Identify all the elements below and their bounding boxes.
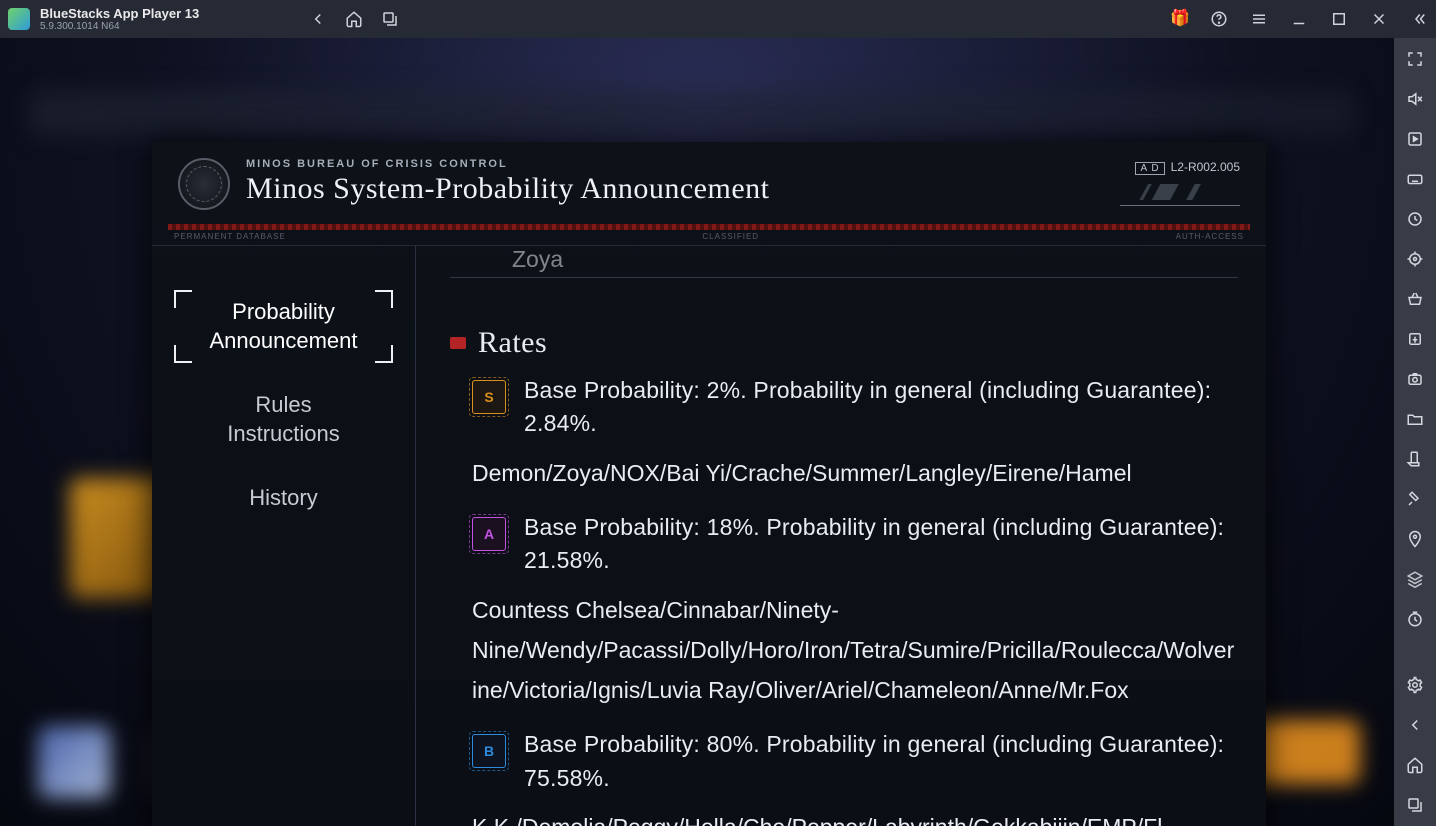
- volume-mute-icon[interactable]: [1404, 88, 1426, 110]
- title-block: BlueStacks App Player 13 5.9.300.1014 N6…: [40, 7, 199, 32]
- titlebar: BlueStacks App Player 13 5.9.300.1014 N6…: [0, 0, 1436, 38]
- window-controls: 🎁: [1170, 10, 1428, 28]
- nav-buttons: [309, 10, 399, 28]
- location-icon[interactable]: [1404, 528, 1426, 550]
- tab-history[interactable]: History: [152, 466, 415, 531]
- help-icon[interactable]: [1210, 10, 1228, 28]
- rank-a-block: A Base Probability: 18%. Probability in …: [450, 511, 1238, 718]
- red-divider: [168, 224, 1250, 230]
- scroll-peek-name: Zoya: [450, 246, 1238, 273]
- rank-a-text: Base Probability: 18%. Probability in ge…: [524, 511, 1238, 578]
- probability-modal: MINOS BUREAU OF CRISIS CONTROL Minos Sys…: [152, 142, 1266, 826]
- home-icon[interactable]: [345, 10, 363, 28]
- back-icon[interactable]: [309, 10, 327, 28]
- rank-b-block: B Base Probability: 80%. Probability in …: [450, 728, 1238, 826]
- apk-icon[interactable]: [1404, 328, 1426, 350]
- rates-heading: Rates: [478, 326, 547, 360]
- rates-chip-icon: [450, 337, 466, 349]
- close-icon[interactable]: [1370, 10, 1388, 28]
- ref-prefix: A D: [1135, 162, 1164, 175]
- record-icon[interactable]: [1404, 208, 1426, 230]
- signature-line: [1120, 182, 1240, 206]
- meta-row: PERMANENT DATABASE CLASSIFIED AUTH-ACCES…: [152, 230, 1266, 246]
- rank-s-units: Demon/Zoya/NOX/Bai Yi/Crache/Summer/Lang…: [450, 441, 1238, 501]
- minos-emblem-icon: [178, 158, 230, 210]
- modal-title: Minos System-Probability Announcement: [246, 172, 769, 206]
- meta-left: PERMANENT DATABASE: [174, 232, 286, 241]
- minimize-icon[interactable]: [1290, 10, 1308, 28]
- bluestacks-sidebar: [1394, 38, 1436, 826]
- rank-b-text: Base Probability: 80%. Probability in ge…: [524, 728, 1238, 795]
- screenshot-icon[interactable]: [1404, 368, 1426, 390]
- app-subtitle: 5.9.300.1014 N64: [40, 22, 199, 32]
- tab-label-line2: Announcement: [210, 328, 358, 353]
- back-sidebar-icon[interactable]: [1404, 714, 1426, 736]
- game-viewport: MINOS BUREAU OF CRISIS CONTROL Minos Sys…: [0, 38, 1394, 826]
- content-divider: [450, 277, 1238, 278]
- rank-a-badge-icon: A: [472, 517, 506, 551]
- app-title: BlueStacks App Player 13: [40, 7, 199, 20]
- rotate-icon[interactable]: [1404, 448, 1426, 470]
- fullscreen-icon[interactable]: [1404, 48, 1426, 70]
- settings-icon[interactable]: [1404, 674, 1426, 696]
- recents-icon[interactable]: [381, 10, 399, 28]
- play-box-icon[interactable]: [1404, 128, 1426, 150]
- meta-center: CLASSIFIED: [702, 232, 759, 241]
- bureau-label: MINOS BUREAU OF CRISIS CONTROL: [246, 158, 769, 170]
- rank-s-block: S Base Probability: 2%. Probability in g…: [450, 374, 1238, 501]
- folder-icon[interactable]: [1404, 408, 1426, 430]
- tab-label-line1: Probability: [232, 299, 335, 324]
- meta-right: AUTH-ACCESS: [1176, 232, 1244, 241]
- bluestacks-logo: [8, 8, 30, 30]
- rank-b-units: K.K./Demolia/Peggy/Hella/Che/Pepper/Laby…: [450, 795, 1238, 826]
- layers-icon[interactable]: [1404, 568, 1426, 590]
- keyboard-icon[interactable]: [1404, 168, 1426, 190]
- modal-header: MINOS BUREAU OF CRISIS CONTROL Minos Sys…: [152, 142, 1266, 218]
- gift-icon[interactable]: 🎁: [1170, 10, 1188, 28]
- rates-heading-row: Rates: [450, 326, 1238, 360]
- reference-code: A D L2-R002.005: [1135, 160, 1240, 174]
- recents-sidebar-icon[interactable]: [1404, 794, 1426, 816]
- home-sidebar-icon[interactable]: [1404, 754, 1426, 776]
- target-icon[interactable]: [1404, 248, 1426, 270]
- basket-icon[interactable]: [1404, 288, 1426, 310]
- tab-label-line1: Rules: [255, 392, 311, 417]
- collapse-right-icon[interactable]: [1410, 10, 1428, 28]
- clock-icon[interactable]: [1404, 608, 1426, 630]
- maximize-icon[interactable]: [1330, 10, 1348, 28]
- rank-b-badge-icon: B: [472, 734, 506, 768]
- tab-rules-instructions[interactable]: Rules Instructions: [152, 373, 415, 466]
- rank-s-badge-icon: S: [472, 380, 506, 414]
- rank-s-text: Base Probability: 2%. Probability in gen…: [524, 374, 1238, 441]
- modal-content[interactable]: Zoya Rates S Base Probability: 2%. Proba…: [416, 246, 1266, 826]
- hamburger-icon[interactable]: [1250, 10, 1268, 28]
- tab-label: History: [249, 485, 317, 510]
- rank-a-units: Countess Chelsea/Cinnabar/Ninety-Nine/We…: [450, 578, 1238, 719]
- tab-label-line2: Instructions: [227, 421, 340, 446]
- shake-icon[interactable]: [1404, 488, 1426, 510]
- tab-probability-announcement[interactable]: Probability Announcement: [152, 280, 415, 373]
- modal-sidebar: Probability Announcement Rules Instructi…: [152, 246, 416, 826]
- ref-code: L2-R002.005: [1171, 160, 1240, 174]
